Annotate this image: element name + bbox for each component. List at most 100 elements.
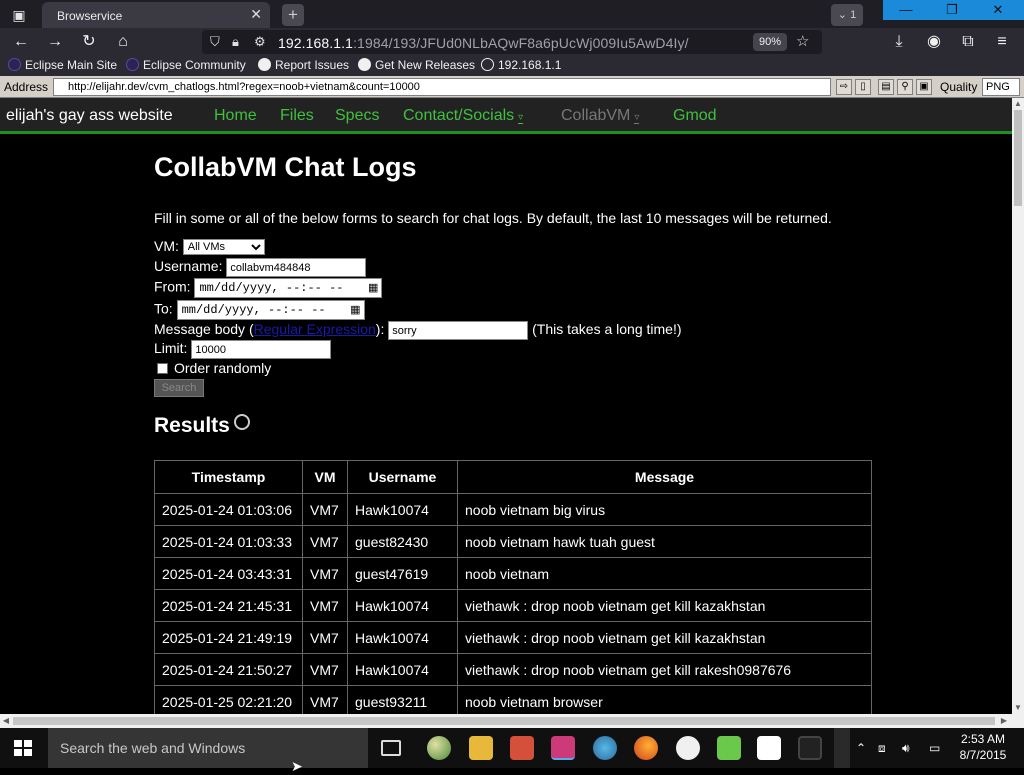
menu-hamburger-icon[interactable]: ≡ [991,32,1013,52]
permissions-icon[interactable]: ⚙ [254,34,266,50]
address-input[interactable]: http://elijahr.dev/cvm_chatlogs.html?reg… [53,78,831,96]
nav-home[interactable]: Home [214,107,257,125]
username-row: Username: [154,258,367,277]
nav-contact-socials[interactable]: Contact/Socials ▿ [403,107,524,125]
tab-overview-icon[interactable]: ▣ [8,5,30,25]
reload-icon[interactable]: ↻ [78,32,100,52]
bookmark-star-icon[interactable]: ☆ [796,32,809,50]
proxy-toolbar: Address http://elijahr.dev/cvm_chatlogs.… [0,76,1024,98]
bookmark-get-new-releases[interactable]: Get New Releases [358,58,475,72]
col-timestamp: Timestamp [154,460,303,494]
url-text[interactable]: 192.168.1.1:1984/193/JFUd0NLbAQwF8a6pUcW… [278,35,689,51]
find-icon[interactable]: ⚲ [897,79,913,95]
clipboard-icon[interactable]: ▣ [916,79,932,95]
cell-username: Hawk10074 [347,589,458,622]
tray-expand-icon[interactable]: ⌃ [856,741,866,755]
cell-timestamp: 2025-01-24 01:03:33 [154,525,303,558]
app-cat-icon[interactable] [676,736,700,760]
app-sphere-icon[interactable] [427,736,451,760]
bookmark-icon[interactable]: ▯ [855,79,871,95]
bookmarks-toolbar: Eclipse Main Site Eclipse Community Repo… [0,56,1024,76]
nav-toolbar: ← → ↻ ⌂ ⛉ 🔒︎ ⚙ 192.168.1.1:1984/193/JFUd… [0,28,1024,56]
shield-icon[interactable]: ⛉ [210,34,220,50]
vertical-scrollbar[interactable]: ▲ ▼ [1012,98,1024,714]
tab-browservice[interactable]: Browservice ✕ [42,2,270,28]
order-randomly-checkbox[interactable] [157,363,168,374]
tab-close-icon[interactable]: ✕ [250,6,262,23]
go-arrow-icon[interactable]: ⇨ [836,79,852,95]
downloads-icon[interactable]: ⤓ [888,32,910,52]
message-note: (This takes a long time!) [532,321,682,338]
order-row: Order randomly [154,360,271,376]
from-label: From: [154,278,191,295]
app-pink-icon[interactable] [551,736,575,760]
app-dark-icon[interactable] [798,736,822,760]
forward-arrow-icon[interactable]: → [44,32,66,52]
scroll-up-icon[interactable]: ▲ [1012,98,1024,110]
firefox-icon[interactable] [634,736,658,760]
calendar-icon[interactable]: ▦ [350,303,360,317]
search-button[interactable]: Search [154,379,204,397]
nav-specs[interactable]: Specs [335,107,379,125]
limit-input[interactable] [191,340,332,359]
from-datetime-input[interactable]: mm/dd/yyyy, --:-- -- ▦ [194,278,383,298]
lock-icon[interactable]: 🔒︎ [232,34,239,50]
order-randomly-label: Order randomly [174,360,272,376]
app-green-icon[interactable] [717,736,741,760]
taskbar-scroller[interactable] [834,728,850,768]
from-row: From: mm/dd/yyyy, --:-- -- ▦ [154,278,383,298]
cell-message: noob vietnam big virus [457,493,872,526]
site-brand[interactable]: elijah's gay ass website [6,107,173,125]
message-row: Message body (Regular Expression): (This… [154,321,682,340]
message-body-input[interactable] [388,321,529,340]
bookmark-report-issues[interactable]: Report Issues [258,58,349,72]
bookmark-eclipse-community[interactable]: Eclipse Community [126,58,246,72]
horizontal-scrollbar[interactable]: ◀ ▶ [0,714,1024,728]
taskbar-clock[interactable]: 2:53 AM 8/7/2015 [958,731,1008,763]
file-explorer-icon[interactable] [469,736,493,760]
calendar-icon[interactable]: ▦ [368,281,378,295]
quality-select[interactable]: PNG [982,78,1020,96]
horizontal-scroll-thumb[interactable] [13,717,995,725]
bookmark-eclipse-main[interactable]: Eclipse Main Site [8,58,117,72]
loading-spinner-icon [233,414,250,430]
network-icon[interactable]: ⧈ [878,741,886,756]
notifications-icon[interactable]: ▭ [929,741,940,755]
url-bar[interactable]: ⛉ 🔒︎ ⚙ 192.168.1.1:1984/193/JFUd0NLbAQwF… [202,30,822,54]
to-datetime-input[interactable]: mm/dd/yyyy, --:-- -- ▦ [176,300,365,320]
to-label: To: [154,300,173,317]
back-arrow-icon[interactable]: ← [10,32,32,52]
nav-collabvm[interactable]: CollabVM ▿ [561,107,640,125]
table-row: 2025-01-24 01:03:33 VM7 guest82430 noob vie… [154,525,872,558]
page-icon[interactable]: ▤ [878,79,894,95]
scroll-right-icon[interactable]: ▶ [998,715,1010,727]
home-icon[interactable]: ⌂ [112,32,134,52]
task-view-icon[interactable] [381,740,401,756]
zoom-level-button[interactable]: 90% [753,33,787,51]
app-paw-icon[interactable] [757,736,781,760]
username-input[interactable] [226,258,367,277]
nav-gmod[interactable]: Gmod [673,107,717,125]
app-red-icon[interactable] [510,736,534,760]
maximize-button[interactable]: ❐ [929,0,975,20]
account-icon[interactable]: ◉ [923,32,945,52]
close-window-button[interactable]: ✕ [975,0,1021,20]
scroll-left-icon[interactable]: ◀ [0,715,12,727]
cell-vm: VM7 [302,525,348,558]
new-tab-button[interactable]: + [282,4,304,26]
bookmark-router[interactable]: 192.168.1.1 [481,58,561,72]
app-globe-icon[interactable] [593,736,617,760]
vm-select[interactable]: All VMs [182,239,265,256]
minimize-button[interactable]: — [883,0,929,20]
volume-icon[interactable]: 🔊︎ [902,741,910,756]
extensions-icon[interactable]: ⧉ [957,32,979,52]
tab-strip: ▣ Browservice ✕ + ⌄ 1 [0,0,1024,28]
vertical-scroll-thumb[interactable] [1014,110,1022,206]
regex-link[interactable]: Regular Expression [254,321,376,337]
taskbar-search-box[interactable]: Search the web and Windows [48,728,368,768]
list-all-tabs-button[interactable]: ⌄ 1 [831,4,863,26]
windows-start-icon[interactable] [14,740,32,756]
scroll-down-icon[interactable]: ▼ [1012,702,1024,714]
table-row: 2025-01-24 03:43:31 VM7 guest47619 noob vie… [154,557,872,590]
nav-files[interactable]: Files [280,107,314,125]
